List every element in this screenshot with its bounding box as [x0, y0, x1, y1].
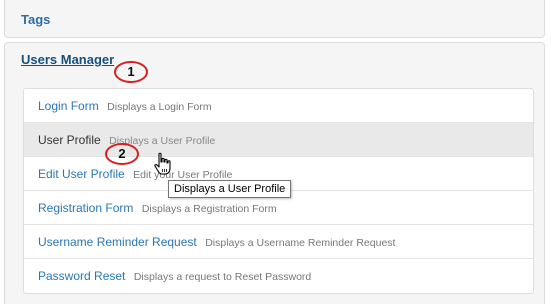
item-title[interactable]: Password Reset — [38, 269, 125, 283]
item-description: Displays a Login Form — [107, 101, 212, 113]
list-item-login-form[interactable]: Login Form Displays a Login Form — [24, 89, 533, 123]
item-description: Displays a Registration Form — [141, 203, 277, 215]
tags-toggle[interactable]: Tags — [21, 12, 50, 27]
item-description: Displays a request to Reset Password — [133, 271, 312, 283]
item-title[interactable]: Username Reminder Request — [38, 235, 197, 249]
annotation-marker-1: 1 — [114, 61, 148, 83]
item-title[interactable]: User Profile — [38, 133, 101, 147]
list-item-username-reminder[interactable]: Username Reminder Request Displays a Use… — [24, 225, 533, 259]
tags-panel: Tags — [4, 0, 545, 38]
item-title[interactable]: Edit User Profile — [38, 167, 125, 181]
item-title[interactable]: Registration Form — [38, 201, 133, 215]
item-title[interactable]: Login Form — [38, 99, 99, 113]
users-manager-panel: Users Manager Login Form Displays a Logi… — [4, 42, 545, 304]
item-description: Displays a Username Reminder Request — [205, 237, 396, 249]
hand-pointer-icon — [154, 152, 171, 175]
list-item-password-reset[interactable]: Password Reset Displays a request to Res… — [24, 259, 533, 293]
users-manager-toggle[interactable]: Users Manager — [21, 52, 114, 67]
tooltip: Displays a User Profile — [168, 180, 292, 198]
list-item-user-profile[interactable]: User Profile Displays a User Profile — [24, 123, 533, 157]
annotation-marker-2: 2 — [105, 143, 139, 165]
